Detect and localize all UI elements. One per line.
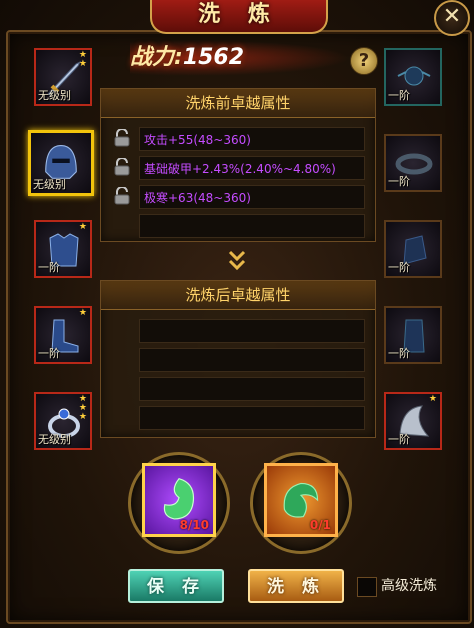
help-button[interactable]: ? xyxy=(350,47,378,75)
star-rating: ★ xyxy=(78,222,87,232)
slot-label: 一阶 xyxy=(388,433,410,446)
before-attributes-panel: 洗炼前卓越属性 攻击+55(48~360) 基础破甲+2.43%(2.40%~4… xyxy=(100,88,376,242)
equip-slot-shoulder[interactable]: ★ 一阶 xyxy=(384,392,442,450)
equip-slot-boots[interactable]: ★ 一阶 xyxy=(34,306,92,364)
star-rating: ★ ★ ★ xyxy=(78,394,87,422)
equip-slot-amulet[interactable]: 一阶 xyxy=(384,48,442,106)
slot-label: 一阶 xyxy=(38,261,60,274)
slot-label: 无级别 xyxy=(38,89,71,102)
lock-icon[interactable] xyxy=(113,158,133,176)
after-attributes-panel: 洗炼后卓越属性 xyxy=(100,280,376,438)
equip-slot-ring[interactable]: ★ ★ ★ 无级别 xyxy=(34,392,92,450)
star-rating: ★ xyxy=(428,394,437,404)
slot-label: 一阶 xyxy=(38,347,60,360)
chevron-down-icon xyxy=(228,250,246,271)
slot-label: 一阶 xyxy=(388,261,410,274)
combat-power: 战力:1562 xyxy=(130,40,350,76)
equip-slot-helmet[interactable]: 无级别 xyxy=(28,130,94,196)
before-panel-title: 洗炼前卓越属性 xyxy=(101,89,375,118)
advanced-refine-label: 高级洗炼 xyxy=(381,578,437,594)
after-panel-title: 洗炼后卓越属性 xyxy=(101,281,375,310)
slot-label: 一阶 xyxy=(388,175,410,188)
equip-slot-gauntlet[interactable]: 一阶 xyxy=(384,220,442,278)
star-rating: ★ ★ xyxy=(78,50,87,69)
window-title: 洗 炼 xyxy=(150,0,328,34)
equip-slot-belt[interactable]: 一阶 xyxy=(384,134,442,192)
advanced-refine-checkbox[interactable] xyxy=(357,577,377,597)
equip-slot-bracer[interactable]: 一阶 xyxy=(384,306,442,364)
combat-power-value: 1562 xyxy=(182,45,245,70)
refine-window: 洗 炼 ✕ 战力:1562 ? 洗炼前卓越属性 攻击+55(48~360) 基础… xyxy=(0,0,474,628)
close-button[interactable]: ✕ xyxy=(434,0,470,36)
slot-label: 无级别 xyxy=(38,433,71,446)
slot-label: 无级别 xyxy=(33,178,66,191)
equip-slot-weapon[interactable]: ★ ★ 无级别 xyxy=(34,48,92,106)
save-button[interactable]: 保 存 xyxy=(128,569,224,603)
material-count: 0/1 xyxy=(309,518,331,532)
after-attr-row-4 xyxy=(139,406,365,430)
slot-label: 一阶 xyxy=(388,89,410,102)
before-attr-row-4 xyxy=(139,214,365,238)
after-attr-row-1 xyxy=(139,319,365,343)
equip-slot-armor[interactable]: ★ 一阶 xyxy=(34,220,92,278)
combat-power-label: 战力: xyxy=(130,45,183,70)
help-icon: ? xyxy=(358,50,370,71)
material-count: 8/10 xyxy=(179,518,209,532)
slot-label: 一阶 xyxy=(388,347,410,360)
lock-icon[interactable] xyxy=(113,187,133,205)
star-rating: ★ xyxy=(78,308,87,318)
lock-icon[interactable] xyxy=(113,129,133,147)
close-icon: ✕ xyxy=(442,4,462,29)
after-attr-row-3 xyxy=(139,377,365,401)
before-attr-row-1: 攻击+55(48~360) xyxy=(139,127,365,151)
before-attr-row-3: 极寒+63(48~360) xyxy=(139,185,365,209)
after-attr-row-2 xyxy=(139,348,365,372)
refine-button[interactable]: 洗 炼 xyxy=(248,569,344,603)
material-slot-dragon-jade[interactable]: 0/1 xyxy=(264,463,338,537)
material-slot-jade[interactable]: 8/10 xyxy=(142,463,216,537)
before-attr-row-2: 基础破甲+2.43%(2.40%~4.80%) xyxy=(139,156,365,180)
